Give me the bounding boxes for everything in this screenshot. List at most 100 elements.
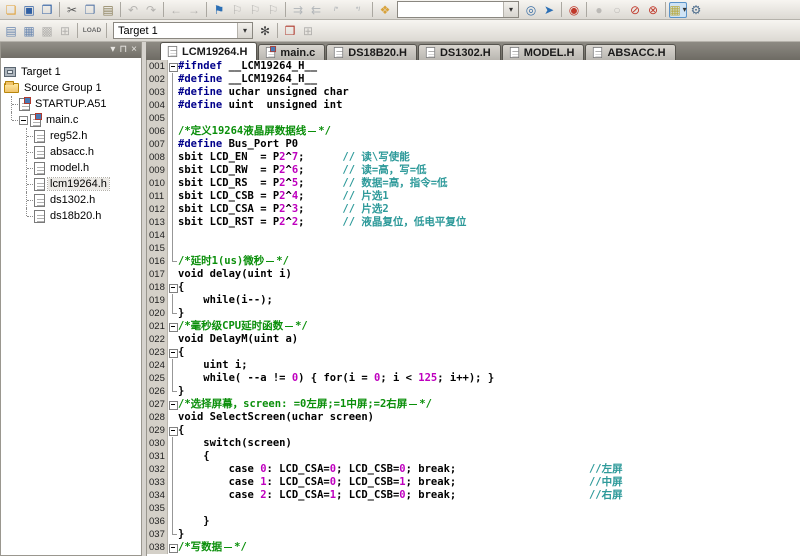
code-line-text[interactable]: #ifndef __LCM19264_H__ xyxy=(178,60,800,73)
combo-dropdown-icon[interactable]: ▾ xyxy=(503,2,518,17)
toggle-bookmark-icon[interactable]: ⚑ xyxy=(210,2,228,18)
pin-icon[interactable]: ⊓ xyxy=(119,45,127,55)
redo-icon[interactable]: ↷ xyxy=(142,2,160,18)
code-line-text[interactable]: #define Bus_Port P0 xyxy=(178,138,800,151)
code-line-text[interactable]: sbit LCD_RST = P2^2; // 液晶复位，低电平复位 xyxy=(178,216,800,229)
code-line-text[interactable]: #define __LCM19264_H__ xyxy=(178,73,800,86)
tree-item-ds1302-h[interactable]: ds1302.h xyxy=(1,192,141,208)
tree-item-model-h[interactable]: model.h xyxy=(1,160,141,176)
code-line[interactable]: 007#define Bus_Port P0 xyxy=(147,138,800,151)
fold-marker-icon[interactable] xyxy=(168,541,178,554)
previous-bookmark-icon[interactable]: ⚐ xyxy=(228,2,246,18)
cut-icon[interactable]: ✂ xyxy=(63,2,81,18)
code-line-text[interactable]: /*毫秒级CPU延时函数*/ xyxy=(178,320,800,333)
kill-all-breakpoints-icon[interactable]: ⊗ xyxy=(644,2,662,18)
code-line[interactable]: 033 case 1: LCD_CSA=0; LCD_CSB=1; break;… xyxy=(147,476,800,489)
code-line-text[interactable]: } xyxy=(178,307,800,320)
code-line-text[interactable]: sbit LCD_EN = P2^7; // 读\写使能 xyxy=(178,151,800,164)
tree-item-reg52-h[interactable]: reg52.h xyxy=(1,128,141,144)
code-line-text[interactable]: } xyxy=(178,385,800,398)
code-line[interactable]: 034 case 2: LCD_CSA=1; LCD_CSB=0; break;… xyxy=(147,489,800,502)
code-line[interactable]: 030 switch(screen) xyxy=(147,437,800,450)
code-area[interactable]: 001#ifndef __LCM19264_H__002#define __LC… xyxy=(146,60,800,556)
code-line[interactable]: 009sbit LCD_RW = P2^6; // 读=高，写=低 xyxy=(147,164,800,177)
code-line[interactable]: 015 xyxy=(147,242,800,255)
code-line[interactable]: 006/*定义19264液晶屏数据线*/ xyxy=(147,125,800,138)
code-line[interactable]: 002#define __LCM19264_H__ xyxy=(147,73,800,86)
find-in-files-icon[interactable]: ◎ xyxy=(522,2,540,18)
code-line[interactable]: 032 case 0: LCD_CSA=0; LCD_CSB=0; break;… xyxy=(147,463,800,476)
close-icon[interactable]: × xyxy=(131,45,137,55)
code-line-text[interactable] xyxy=(178,242,800,255)
incremental-find-icon[interactable]: ➤ xyxy=(540,2,558,18)
navigate-back-icon[interactable]: ← xyxy=(167,2,185,18)
code-line-text[interactable]: } xyxy=(178,528,800,541)
tree-item-startup-a51[interactable]: STARTUP.A51 xyxy=(1,96,141,112)
combo-dropdown-icon[interactable]: ▾ xyxy=(237,23,252,38)
save-all-icon[interactable]: ❒ xyxy=(38,2,56,18)
code-line-text[interactable]: sbit LCD_RS = P2^5; // 数据=高，指令=低 xyxy=(178,177,800,190)
rebuild-all-icon[interactable]: ▩ xyxy=(38,23,56,39)
code-line[interactable]: 013sbit LCD_RST = P2^2; // 液晶复位，低电平复位 xyxy=(147,216,800,229)
save-icon[interactable]: ▣ xyxy=(20,2,38,18)
find-in-files-folder-icon[interactable]: ❖ xyxy=(376,2,394,18)
code-line[interactable]: 017void delay(uint i) xyxy=(147,268,800,281)
code-line[interactable]: 037} xyxy=(147,528,800,541)
code-line[interactable]: 025 while( --a != 0) { for(i = 0; i < 12… xyxy=(147,372,800,385)
tab-model.h[interactable]: MODEL.H xyxy=(502,44,585,60)
code-line-text[interactable]: #define uint unsigned int xyxy=(178,99,800,112)
undo-icon[interactable]: ↶ xyxy=(124,2,142,18)
code-line[interactable]: 001#ifndef __LCM19264_H__ xyxy=(147,60,800,73)
indent-icon[interactable]: ⇉ xyxy=(289,2,307,18)
fold-marker-icon[interactable] xyxy=(168,398,178,411)
comment-selection-icon[interactable]: /* xyxy=(325,2,347,18)
translate-file-icon[interactable]: ▤ xyxy=(2,23,20,39)
code-line[interactable]: 023{ xyxy=(147,346,800,359)
fold-marker-icon[interactable] xyxy=(168,320,178,333)
code-line-text[interactable] xyxy=(178,229,800,242)
code-line-text[interactable]: /*写数据*/ xyxy=(178,541,800,554)
search-combo[interactable]: ▾ xyxy=(397,1,519,18)
code-line[interactable]: 014 xyxy=(147,229,800,242)
tab-ds18b20.h[interactable]: DS18B20.H xyxy=(326,44,417,60)
code-line[interactable]: 031 { xyxy=(147,450,800,463)
tab-absacc.h[interactable]: ABSACC.H xyxy=(585,44,675,60)
open-file-icon[interactable]: ❏ xyxy=(2,2,20,18)
target-select-combo[interactable]: Target 1▾ xyxy=(113,22,253,39)
code-line[interactable]: 035 xyxy=(147,502,800,515)
fold-marker-icon[interactable] xyxy=(168,281,178,294)
tab-ds1302.h[interactable]: DS1302.H xyxy=(418,44,501,60)
fold-marker-icon[interactable] xyxy=(168,346,178,359)
code-line-text[interactable]: sbit LCD_RW = P2^6; // 读=高，写=低 xyxy=(178,164,800,177)
uncomment-selection-icon[interactable]: */ xyxy=(347,2,369,18)
fold-marker-icon[interactable] xyxy=(168,424,178,437)
tree-item-lcm19264-h[interactable]: lcm19264.h xyxy=(1,176,141,192)
window-copy-icon[interactable]: ⊞ xyxy=(299,23,317,39)
code-line-text[interactable]: case 1: LCD_CSA=0; LCD_CSB=1; break; //中… xyxy=(178,476,800,489)
clear-bookmarks-icon[interactable]: ⚐ xyxy=(264,2,282,18)
insert-breakpoint-icon[interactable]: ● xyxy=(590,2,608,18)
fold-marker-icon[interactable] xyxy=(168,60,178,73)
code-line-text[interactable]: #define uchar unsigned char xyxy=(178,86,800,99)
code-line-text[interactable]: sbit LCD_CSB = P2^4; // 片选1 xyxy=(178,190,800,203)
code-line-text[interactable]: void SelectScreen(uchar screen) xyxy=(178,411,800,424)
code-line[interactable]: 020} xyxy=(147,307,800,320)
code-line-text[interactable]: { xyxy=(178,450,800,463)
enable-breakpoint-icon[interactable]: ○ xyxy=(608,2,626,18)
chevron-down-icon[interactable]: ▾ xyxy=(110,45,115,55)
tab-main.c[interactable]: main.c xyxy=(258,44,325,60)
code-line-text[interactable]: /*延时1(us)微秒*/ xyxy=(178,255,800,268)
manage-components-icon[interactable]: ❒ xyxy=(281,23,299,39)
code-line-text[interactable]: while(i--); xyxy=(178,294,800,307)
copy-icon[interactable]: ❐ xyxy=(81,2,99,18)
code-line[interactable]: 012sbit LCD_CSA = P2^3; // 片选2 xyxy=(147,203,800,216)
code-line-text[interactable]: void DelayM(uint a) xyxy=(178,333,800,346)
code-line[interactable]: 004#define uint unsigned int xyxy=(147,99,800,112)
options-for-target-icon[interactable]: ✻ xyxy=(256,23,274,39)
code-line[interactable]: 029{ xyxy=(147,424,800,437)
code-line[interactable]: 036 } xyxy=(147,515,800,528)
code-line-text[interactable]: case 2: LCD_CSA=1; LCD_CSB=0; break; //右… xyxy=(178,489,800,502)
code-line[interactable]: 005 xyxy=(147,112,800,125)
tab-lcm19264.h[interactable]: LCM19264.H xyxy=(160,42,257,60)
code-line-text[interactable]: { xyxy=(178,424,800,437)
